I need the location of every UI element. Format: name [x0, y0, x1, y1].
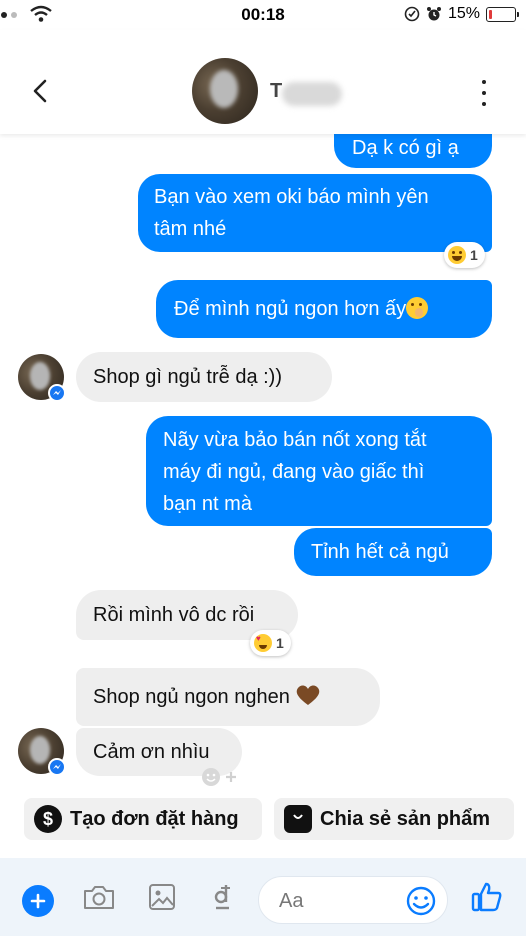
dollar-icon: $: [34, 805, 62, 833]
back-button[interactable]: [26, 76, 56, 106]
avatar-blur: [210, 70, 238, 108]
sender-avatar[interactable]: [18, 354, 66, 402]
plus-button[interactable]: [22, 885, 54, 917]
add-reaction-icon[interactable]: [200, 766, 240, 788]
create-order-label: Tạo đơn đặt hàng: [70, 807, 239, 830]
brown-heart-icon: [297, 685, 320, 705]
message-text: Cảm ơn nhìu: [93, 741, 210, 763]
messenger-badge-icon: [48, 384, 66, 402]
message-bubble-outgoing[interactable]: Tỉnh hết cả ngủ: [294, 528, 492, 576]
more-options-button[interactable]: [472, 80, 496, 106]
share-product-button[interactable]: Chia sẻ sản phẩm: [274, 798, 514, 840]
grinning-face-icon: [448, 246, 466, 264]
message-text-line: bạn nt mà: [163, 493, 252, 515]
message-text: Shop gì ngủ trễ dạ :)): [93, 366, 283, 388]
message-reaction[interactable]: 1: [444, 242, 485, 268]
message-text-line: Nãy vừa bảo bán nốt xong tắt: [163, 429, 427, 451]
more-dot-icon: [482, 80, 486, 84]
contact-name-blur: [282, 82, 342, 106]
message-bubble-incoming[interactable]: Shop gì ngủ trễ dạ :)): [76, 352, 332, 402]
contact-avatar[interactable]: [192, 58, 258, 124]
message-reaction[interactable]: 1: [250, 630, 291, 656]
message-text-line: Bạn vào xem oki báo mình yên: [154, 186, 429, 208]
reaction-count: 1: [276, 635, 284, 651]
contact-name-initial: T: [270, 80, 283, 102]
message-text: Để mình ngủ ngon hơn ấy: [174, 298, 407, 320]
message-bubble-outgoing[interactable]: Nãy vừa bảo bán nốt xong tắt máy đi ngủ,…: [146, 416, 492, 526]
camera-button[interactable]: [82, 882, 116, 912]
payment-dong-button[interactable]: [212, 882, 236, 912]
conversation-header: T: [0, 30, 526, 134]
plus-icon: [30, 893, 46, 909]
message-input[interactable]: [279, 889, 389, 913]
composer-bar: [0, 858, 526, 936]
share-product-label: Chia sẻ sản phẩm: [320, 807, 491, 830]
message-list: Dạ k có gì ạ Bạn vào xem oki báo mình yê…: [0, 0, 526, 936]
message-bubble-outgoing[interactable]: Bạn vào xem oki báo mình yên tâm nhé: [138, 174, 492, 252]
message-text: Dạ k có gì ạ: [352, 137, 459, 159]
avatar-blur: [30, 736, 50, 764]
message-bubble-incoming[interactable]: Shop ngủ ngon nghen: [76, 668, 380, 726]
more-dot-icon: [482, 102, 486, 106]
contact-name[interactable]: T: [270, 78, 342, 106]
sender-avatar[interactable]: [18, 728, 66, 776]
messenger-badge-icon: [48, 758, 66, 776]
message-text-line: máy đi ngủ, đang vào giấc thì: [163, 461, 425, 483]
thumbs-up-button[interactable]: [470, 880, 504, 914]
emoji-button[interactable]: [405, 885, 437, 917]
reaction-count: 1: [470, 247, 478, 263]
heart-eyes-face-icon: [254, 634, 272, 652]
message-bubble-outgoing[interactable]: Để mình ngủ ngon hơn ấy: [156, 280, 492, 338]
message-text: Rồi mình vô dc rồi: [93, 604, 255, 626]
more-dot-icon: [482, 91, 486, 95]
create-order-button[interactable]: $ Tạo đơn đặt hàng: [24, 798, 262, 840]
message-text-line: tâm nhé: [154, 218, 227, 240]
shopping-bag-icon: [284, 805, 312, 833]
avatar-blur: [30, 362, 50, 390]
message-text: Shop ngủ ngon nghen: [93, 686, 290, 708]
message-text: Tỉnh hết cả ngủ: [311, 541, 449, 563]
message-input-container[interactable]: [258, 876, 448, 924]
gallery-button[interactable]: [148, 882, 176, 912]
shushing-face-icon: [406, 297, 429, 319]
